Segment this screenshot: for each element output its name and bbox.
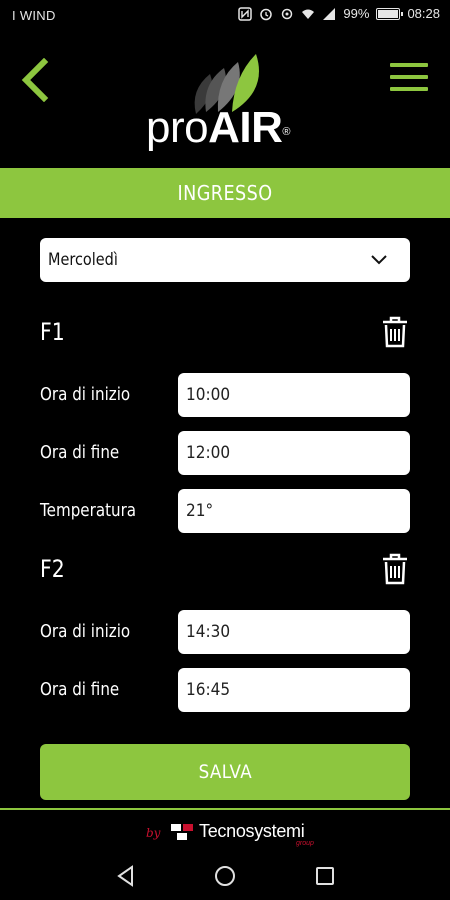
start-time-f1-field[interactable]: 10:00	[178, 373, 410, 417]
delete-f1-button[interactable]	[381, 316, 409, 348]
start-time-f2-field[interactable]: 14:30	[178, 610, 410, 654]
hamburger-line	[390, 87, 428, 91]
hamburger-menu-icon	[390, 63, 428, 67]
chevron-down-icon	[371, 255, 387, 265]
hamburger-line	[390, 75, 428, 79]
group-title-f1: F1	[40, 318, 65, 346]
home-circle-icon	[215, 866, 235, 886]
field-value: 14:30	[186, 622, 231, 642]
day-select[interactable]: Mercoledì	[40, 238, 410, 282]
recents-square-icon	[316, 867, 334, 885]
group-title-f2: F2	[40, 555, 65, 583]
footer-group-text: group	[296, 840, 314, 847]
nfc-icon	[238, 6, 253, 21]
section-title: INGRESSO	[177, 181, 273, 205]
trash-icon	[383, 553, 407, 585]
nav-back-button[interactable]	[114, 864, 138, 888]
signal-icon	[322, 7, 336, 21]
delete-f2-button[interactable]	[381, 553, 409, 585]
battery-icon	[376, 7, 404, 20]
chevron-left-icon	[21, 57, 49, 103]
footer-brand-name: Tecnosystemi	[199, 821, 305, 841]
nav-home-button[interactable]	[213, 864, 237, 888]
clock: 08:28	[407, 6, 440, 21]
field-value: 10:00	[186, 385, 231, 405]
field-value: 16:45	[186, 680, 231, 700]
save-button-label: SALVA	[198, 761, 252, 783]
end-time-f2-field[interactable]: 16:45	[178, 668, 410, 712]
trash-icon	[383, 316, 407, 348]
row-label-end-f1: Ora di fine	[40, 442, 120, 463]
temperature-f1-field[interactable]: 21°	[178, 489, 410, 533]
android-nav-bar	[0, 852, 450, 900]
logo-wordmark: proAIR®	[146, 106, 290, 150]
row-label-end-f2: Ora di fine	[40, 679, 120, 700]
carrier-name: I WIND	[12, 8, 56, 23]
status-icons: 99% 08:28	[238, 6, 440, 21]
status-bar: I WIND 99% 08:28	[0, 0, 450, 32]
tecnosystemi-logo-icon	[171, 824, 193, 840]
alarm-icon	[259, 7, 273, 21]
logo-pro: pro	[146, 103, 209, 152]
menu-button[interactable]	[390, 63, 428, 93]
nav-recents-button[interactable]	[313, 864, 337, 888]
back-button[interactable]	[18, 57, 52, 103]
day-select-value: Mercoledì	[48, 250, 118, 270]
wifi-icon	[301, 7, 315, 21]
proair-logo: proAIR®	[146, 54, 316, 154]
row-label-start-f1: Ora di inizio	[40, 384, 131, 405]
logo-registered: ®	[282, 126, 290, 138]
section-banner: INGRESSO	[0, 168, 450, 218]
save-button[interactable]: SALVA	[40, 744, 410, 800]
field-value: 21°	[186, 501, 214, 521]
end-time-f1-field[interactable]: 12:00	[178, 431, 410, 475]
footer-by-text: by	[146, 826, 161, 840]
footer-brand: by Tecnosystemi group	[0, 810, 450, 852]
back-triangle-icon	[117, 865, 133, 887]
logo-air: AIR	[208, 103, 283, 152]
app-header: proAIR®	[0, 32, 450, 168]
row-label-temperature-f1: Temperatura	[40, 500, 137, 521]
notification-icon	[280, 7, 294, 21]
field-value: 12:00	[186, 443, 231, 463]
battery-percent: 99%	[343, 6, 370, 21]
row-label-start-f2: Ora di inizio	[40, 621, 131, 642]
